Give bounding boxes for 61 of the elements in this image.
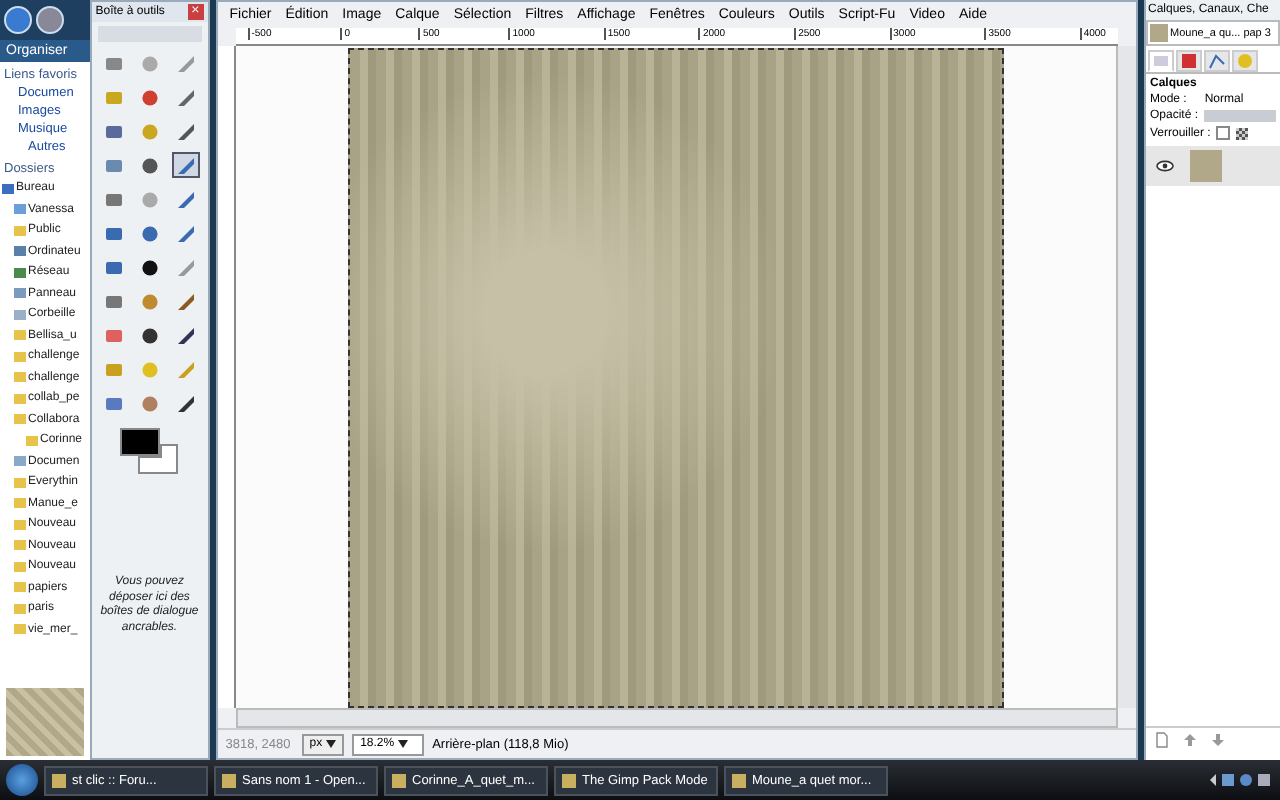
tool-icon bbox=[103, 257, 124, 277]
tool-icon bbox=[175, 121, 196, 141]
tool-icon bbox=[103, 53, 124, 73]
arrow-up-icon[interactable] bbox=[1182, 732, 1198, 748]
opacity-slider[interactable] bbox=[1204, 110, 1276, 122]
tool-icon bbox=[103, 121, 124, 141]
tool-icon bbox=[103, 291, 124, 311]
tool-icon bbox=[175, 257, 196, 277]
tool-icon bbox=[175, 189, 196, 209]
window-icon bbox=[732, 773, 746, 787]
tool-icon bbox=[103, 223, 124, 243]
tool-icon bbox=[103, 359, 124, 379]
alpha-lock-icon[interactable] bbox=[1236, 127, 1249, 139]
horizontal-scrollbar[interactable] bbox=[235, 708, 1118, 728]
new-layer-icon[interactable] bbox=[1154, 732, 1170, 748]
tool-icon bbox=[139, 121, 160, 141]
tool-icon bbox=[175, 53, 196, 73]
tool-icon bbox=[139, 223, 160, 243]
tool-icon bbox=[139, 87, 160, 107]
photo-placeholder bbox=[6, 688, 84, 756]
tool-icon bbox=[103, 325, 124, 345]
window-icon bbox=[222, 773, 236, 787]
tool-icon bbox=[175, 393, 196, 413]
tool-icon bbox=[139, 291, 160, 311]
tool-icon bbox=[175, 291, 196, 311]
tool-icon bbox=[139, 189, 160, 209]
tool-icon bbox=[139, 325, 160, 345]
back-icon[interactable] bbox=[4, 6, 32, 34]
tool-icon bbox=[175, 223, 196, 243]
background-color-swatch[interactable] bbox=[137, 444, 178, 474]
window-icon bbox=[52, 773, 66, 787]
tool-icon bbox=[139, 53, 160, 73]
caret-icon bbox=[326, 740, 337, 748]
start-button[interactable] bbox=[6, 764, 38, 796]
window-icon bbox=[392, 773, 406, 787]
tool-icon bbox=[175, 359, 196, 379]
window-icon bbox=[562, 773, 576, 787]
tool-icon bbox=[175, 325, 196, 345]
tool-icon bbox=[175, 87, 196, 107]
tool-icon bbox=[139, 257, 160, 277]
dock-tab[interactable] bbox=[1176, 50, 1202, 72]
arrow-down-icon[interactable] bbox=[1210, 732, 1226, 748]
tool-icon bbox=[103, 155, 124, 175]
image-thumbnail bbox=[1150, 24, 1168, 42]
eye-icon[interactable] bbox=[1156, 160, 1174, 172]
tool-icon bbox=[139, 393, 160, 413]
foreground-color-swatch[interactable] bbox=[119, 428, 160, 456]
lock-checkbox[interactable] bbox=[1216, 126, 1231, 140]
tool-icon bbox=[175, 155, 196, 175]
vertical-scrollbar[interactable] bbox=[1116, 46, 1136, 708]
tool-icon bbox=[139, 359, 160, 379]
tray-icons-drawing[interactable] bbox=[1206, 770, 1274, 790]
caret-icon bbox=[398, 740, 409, 748]
tool-icon bbox=[139, 155, 160, 175]
tool-icon bbox=[103, 87, 124, 107]
dock-tab[interactable] bbox=[1204, 50, 1230, 72]
tool-icon bbox=[103, 189, 124, 209]
tool-button[interactable] bbox=[171, 152, 200, 178]
layer-thumbnail bbox=[1190, 150, 1222, 182]
tool-icon bbox=[103, 393, 124, 413]
forward-icon[interactable] bbox=[36, 6, 64, 34]
